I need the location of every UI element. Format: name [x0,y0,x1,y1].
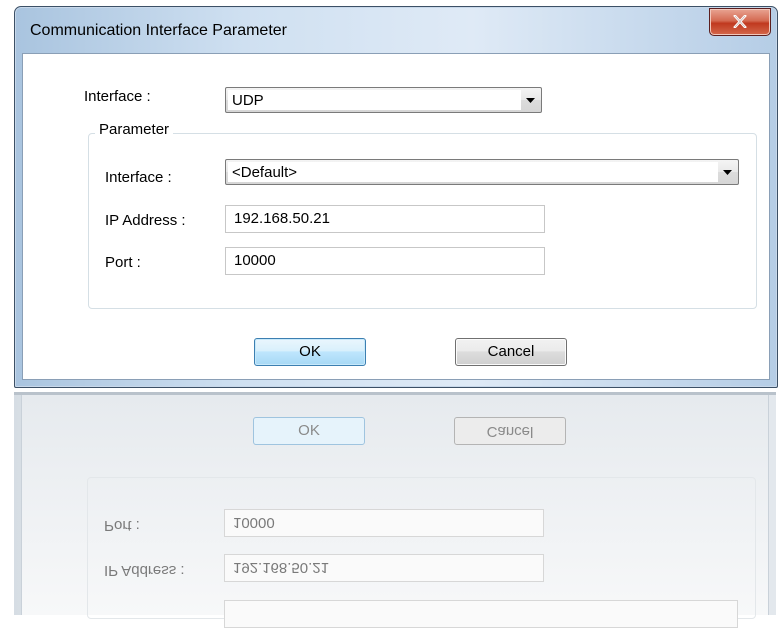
port-label: Port : [105,254,141,271]
parameter-group-title: Parameter [95,121,174,138]
reflected-cancel-button: Cancel [454,417,566,445]
chevron-down-icon [526,98,535,103]
title-bar[interactable]: Communication Interface Parameter [15,7,777,53]
reflected-port-value: 10000 [233,514,275,531]
close-icon [733,15,747,28]
cancel-button[interactable]: Cancel [455,338,567,366]
reflected-parameter-group [87,477,756,619]
reflected-port-field: 10000 [224,509,544,537]
window-title: Communication Interface Parameter [30,22,287,39]
window-reflection: OK Cancel Port : 10000 IP Address : 192.… [14,392,776,628]
reflected-ip-value: 192.168.50.21 [233,559,329,576]
reflected-ok-button: OK [253,417,365,445]
ip-address-field[interactable] [225,205,545,233]
reflected-port-label: Port : [104,517,140,534]
close-button[interactable] [709,8,771,36]
ip-address-label: IP Address : [105,212,186,229]
port-input[interactable] [234,252,534,269]
interface-label: Interface : [84,88,151,105]
reflected-interface-field [224,600,738,628]
interface-select[interactable]: UDP [225,87,542,113]
reflected-ip-field: 192.168.50.21 [224,554,544,582]
dialog-client-area: Interface : UDP Parameter Interface : <D… [22,53,770,380]
dialog-window: Communication Interface Parameter Interf… [14,6,778,388]
port-field[interactable] [225,247,545,275]
ip-address-input[interactable] [234,210,534,227]
ok-button[interactable]: OK [254,338,366,366]
chevron-down-icon [723,170,732,175]
interface-select-value: UDP [232,92,264,109]
reflected-ip-label: IP Address : [104,562,185,579]
param-interface-select-value: <Default> [232,164,298,181]
interface-select-field [228,90,521,110]
param-interface-label: Interface : [105,169,172,186]
param-interface-select-field [228,162,718,182]
reflection-client-area: OK Cancel Port : 10000 IP Address : 192.… [21,395,769,628]
param-interface-select[interactable]: <Default> [225,159,739,185]
